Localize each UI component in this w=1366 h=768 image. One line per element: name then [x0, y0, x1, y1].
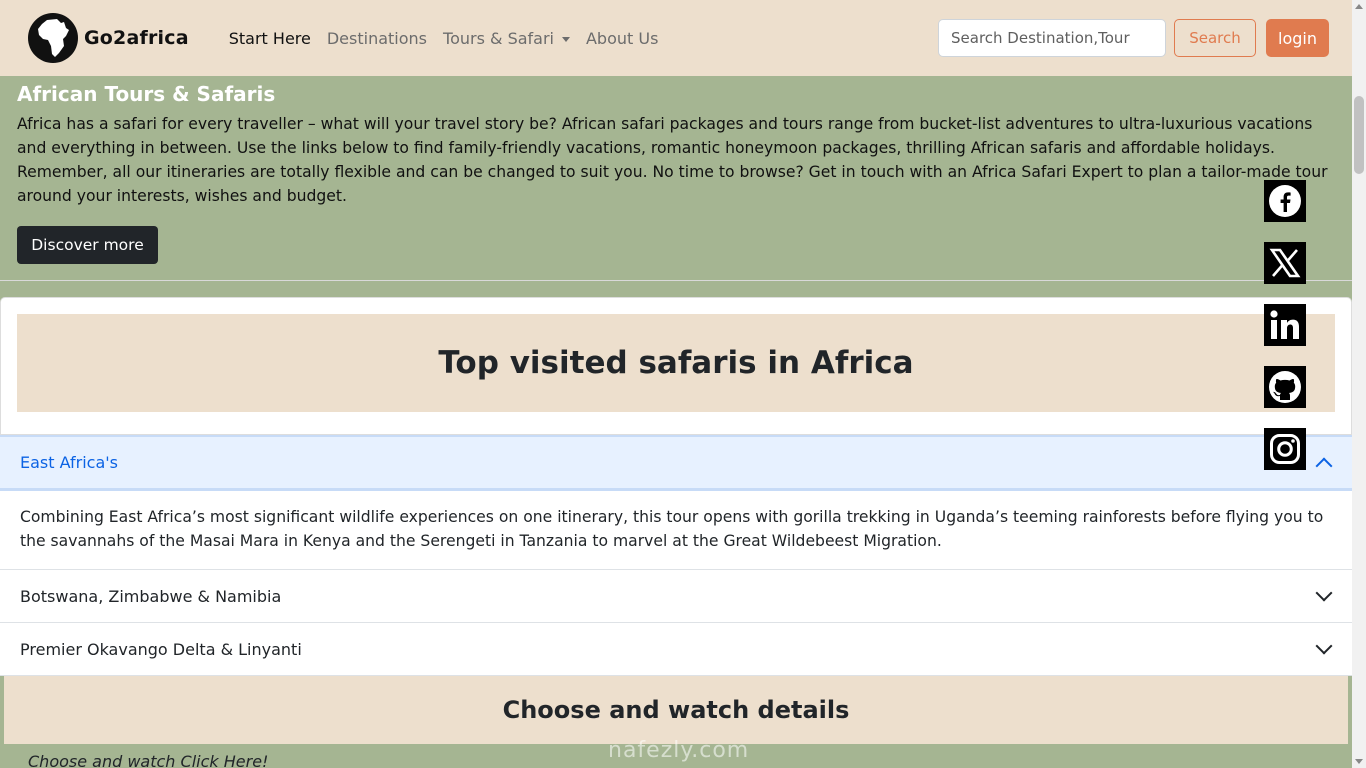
- nav-links: Start Here Destinations Tours & Safari A…: [229, 29, 675, 48]
- top-visited-card: Top visited safaris in Africa: [0, 297, 1352, 435]
- top-visited-title: Top visited safaris in Africa: [438, 345, 914, 381]
- page-scrollbar[interactable]: [1352, 0, 1366, 768]
- hero-text: Africa has a safari for every traveller …: [17, 115, 1328, 205]
- search-input[interactable]: [938, 19, 1166, 57]
- logo-text: Go2africa: [84, 27, 189, 49]
- facebook-icon[interactable]: [1264, 180, 1306, 222]
- accordion-title: East Africa's: [20, 453, 118, 472]
- linkedin-icon[interactable]: [1264, 304, 1306, 346]
- choose-title: Choose and watch details: [502, 696, 850, 724]
- github-icon[interactable]: [1264, 366, 1306, 408]
- x-icon[interactable]: [1264, 242, 1306, 284]
- accordion-header-east-africa[interactable]: East Africa's: [0, 435, 1352, 491]
- accordion-header-okavango[interactable]: Premier Okavango Delta & Linyanti: [0, 623, 1352, 676]
- accordion-title: Premier Okavango Delta & Linyanti: [20, 639, 302, 659]
- navbar: Go2africa Start Here Destinations Tours …: [0, 0, 1352, 76]
- hero-section: African Tours & Safaris Africa has a saf…: [0, 76, 1352, 281]
- africa-logo-icon: [28, 13, 78, 63]
- chevron-up-icon: [1315, 457, 1333, 474]
- chevron-down-icon: [1315, 584, 1333, 602]
- choose-section: Choose and watch details: [4, 676, 1348, 744]
- login-button[interactable]: login: [1266, 19, 1329, 57]
- search-button[interactable]: Search: [1174, 19, 1256, 57]
- nav-link-tours-safari-label: Tours & Safari: [443, 28, 554, 48]
- hero-title: African Tours & Safaris: [17, 82, 276, 106]
- scrollbar-thumb[interactable]: [1354, 96, 1364, 174]
- scroll-up-arrow-icon[interactable]: [1355, 4, 1363, 9]
- choose-subtitle-link[interactable]: Choose and watch Click Here!: [28, 752, 268, 768]
- nav-link-start-here[interactable]: Start Here: [229, 29, 311, 48]
- instagram-icon[interactable]: [1264, 428, 1306, 470]
- safari-accordion: East Africa's Combining East Africa’s mo…: [0, 435, 1352, 676]
- nav-link-destinations[interactable]: Destinations: [327, 29, 427, 48]
- scroll-down-arrow-icon[interactable]: [1355, 759, 1363, 764]
- nav-link-tours-safari[interactable]: Tours & Safari: [443, 29, 570, 48]
- watermark: nafezly.com: [608, 738, 750, 763]
- nav-link-about-us[interactable]: About Us: [586, 29, 658, 48]
- top-visited-banner: Top visited safaris in Africa: [17, 314, 1335, 412]
- caret-down-icon: [561, 36, 570, 42]
- logo[interactable]: Go2africa: [28, 13, 189, 63]
- accordion-title: Botswana, Zimbabwe & Namibia: [20, 586, 282, 606]
- accordion-body-east-africa: Combining East Africa’s most significant…: [0, 491, 1352, 570]
- discover-more-button[interactable]: Discover more: [17, 226, 158, 264]
- chevron-down-icon: [1315, 637, 1333, 655]
- accordion-header-botswana[interactable]: Botswana, Zimbabwe & Namibia: [0, 570, 1352, 623]
- social-links: [1264, 180, 1306, 490]
